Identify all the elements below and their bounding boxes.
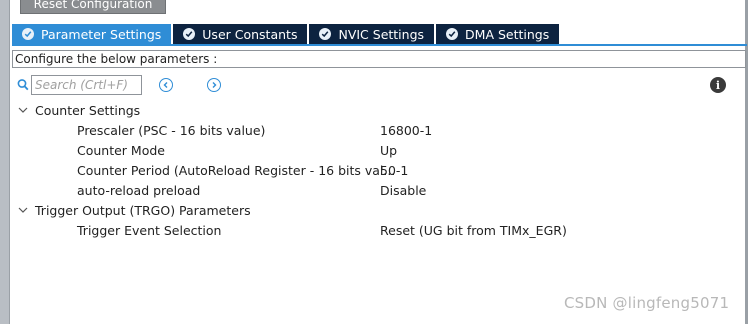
search-icon <box>17 79 29 91</box>
param-value[interactable]: Disable <box>380 183 426 198</box>
group-label: Counter Settings <box>35 102 141 118</box>
chevron-down-icon[interactable] <box>18 105 28 115</box>
tab-parameter-settings[interactable]: Parameter Settings <box>12 24 172 44</box>
param-row[interactable]: Counter Mode Up <box>14 140 734 160</box>
tab-dma-settings[interactable]: DMA Settings <box>436 24 560 44</box>
param-value[interactable]: Up <box>380 143 397 158</box>
param-value[interactable]: Reset (UG bit from TIMx_EGR) <box>380 223 567 238</box>
param-value[interactable]: 16800-1 <box>380 123 432 138</box>
group-trigger-output[interactable]: Trigger Output (TRGO) Parameters <box>14 200 734 220</box>
param-name: Counter Mode <box>77 142 165 158</box>
chevron-right-icon <box>212 82 217 88</box>
tab-user-constants[interactable]: User Constants <box>173 24 308 44</box>
search-input[interactable] <box>31 75 142 95</box>
param-name: Prescaler (PSC - 16 bits value) <box>77 122 266 138</box>
left-panel-edge <box>0 0 10 324</box>
tab-label: User Constants <box>202 26 298 42</box>
reset-configuration-button[interactable]: Reset Configuration <box>20 0 166 14</box>
param-row[interactable]: Counter Period (AutoReload Register - 16… <box>14 160 734 180</box>
search-previous-button[interactable] <box>159 78 173 92</box>
search-next-button[interactable] <box>207 78 221 92</box>
tab-nvic-settings[interactable]: NVIC Settings <box>309 24 435 44</box>
check-circle-icon <box>319 28 332 40</box>
configure-instructions: Configure the below parameters : <box>12 50 746 68</box>
param-name: Trigger Event Selection <box>77 222 222 238</box>
param-row[interactable]: Trigger Event Selection Reset (UG bit fr… <box>14 220 734 240</box>
tab-underline <box>12 44 747 46</box>
tab-label: NVIC Settings <box>338 26 425 42</box>
param-row[interactable]: Prescaler (PSC - 16 bits value) 16800-1 <box>14 120 734 140</box>
info-icon[interactable]: i <box>710 77 726 93</box>
tab-bar: Parameter Settings User Constants NVIC S… <box>12 24 561 44</box>
param-value[interactable]: 50-1 <box>380 163 408 178</box>
check-circle-icon <box>183 28 196 40</box>
chevron-down-icon[interactable] <box>18 205 28 215</box>
check-circle-icon <box>22 28 34 40</box>
parameter-tree: Counter Settings Prescaler (PSC - 16 bit… <box>14 100 734 240</box>
param-row[interactable]: auto-reload preload Disable <box>14 180 734 200</box>
group-counter-settings[interactable]: Counter Settings <box>14 100 734 120</box>
watermark: CSDN @lingfeng5071 <box>564 294 730 312</box>
group-label: Trigger Output (TRGO) Parameters <box>35 202 251 218</box>
param-name: auto-reload preload <box>77 182 201 198</box>
tab-label: Parameter Settings <box>41 26 162 42</box>
check-circle-icon <box>446 28 459 40</box>
tab-label: DMA Settings <box>465 26 550 42</box>
chevron-left-icon <box>163 82 168 88</box>
param-name: Counter Period (AutoReload Register - 16… <box>77 162 396 178</box>
